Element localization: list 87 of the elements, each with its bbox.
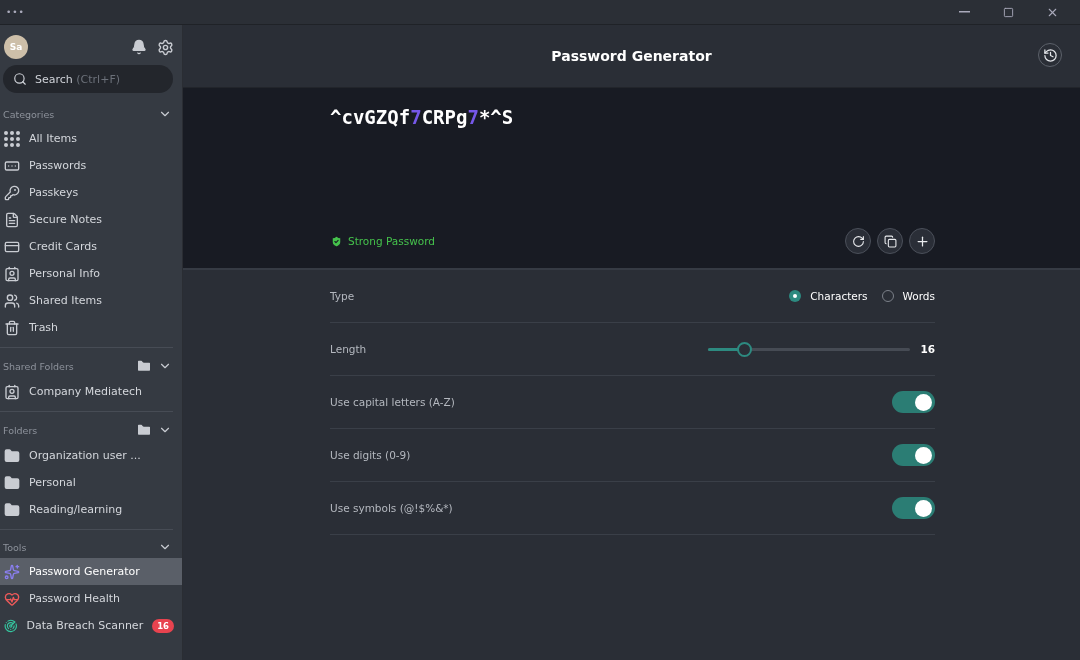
sidebar-item[interactable]: Credit Cards [0, 233, 182, 260]
trash-icon [4, 319, 20, 336]
section-title: Categories [3, 108, 55, 120]
sidebar-item-label: Reading/learning [29, 503, 124, 516]
toggle-switch[interactable] [892, 391, 935, 413]
sidebar-item-label: Data Breach Scanner [26, 619, 144, 632]
folder-icon [4, 474, 20, 491]
heart-pulse-icon [4, 590, 20, 607]
count-badge: 16 [152, 618, 174, 633]
section-title: Tools [3, 541, 27, 553]
sidebar-item[interactable]: Organization user ... [0, 442, 182, 469]
shield-check-icon [330, 234, 343, 248]
add-folder-button[interactable] [136, 358, 152, 374]
copy-icon [883, 234, 897, 248]
section-title: Shared Folders [3, 360, 74, 372]
section-title: Folders [3, 424, 38, 436]
sidebar-item-label: All Items [29, 132, 78, 145]
plus-icon [914, 233, 930, 249]
sidebar-item[interactable]: Shared Items [0, 287, 182, 314]
sidebar-item-label: Personal Info [29, 267, 102, 280]
length-slider[interactable] [708, 341, 910, 357]
sidebar-item-label: Company Mediatech [29, 385, 143, 398]
bell-icon [131, 39, 147, 55]
sidebar-item[interactable]: Data Breach Scanner 16 [0, 612, 182, 639]
search-placeholder: Search (Ctrl+F) [35, 72, 120, 86]
search-icon [13, 72, 27, 86]
setting-label: Use digits (0-9) [330, 449, 411, 461]
toggle-switch[interactable] [892, 497, 935, 519]
strength-label: Strong Password [348, 235, 435, 247]
search-field[interactable]: Search (Ctrl+F) [3, 65, 173, 93]
sidebar-item-label: Shared Items [29, 294, 103, 307]
sidebar-item-label: Password Generator [29, 565, 141, 578]
grid-icon [4, 130, 20, 147]
sparkle-icon [4, 563, 20, 580]
minimize-icon [958, 11, 970, 13]
sidebar-item[interactable]: Personal Info [0, 260, 182, 287]
length-value: 16 [919, 343, 935, 355]
slider-thumb[interactable] [737, 341, 753, 357]
refresh-icon [851, 234, 865, 248]
sidebar-item-label: Secure Notes [29, 213, 104, 226]
sidebar-item[interactable]: Company Mediatech [0, 378, 182, 405]
settings-icon [157, 38, 174, 56]
sidebar-item-label: Trash [29, 321, 60, 334]
setting-label: Length [330, 343, 367, 355]
setting-label: Use capital letters (A-Z) [330, 396, 455, 408]
radio-option[interactable]: Characters [789, 290, 868, 302]
sidebar-item-label: Personal [29, 476, 77, 489]
sidebar-item[interactable]: Passkeys [0, 179, 182, 206]
users-icon [4, 292, 20, 309]
regenerate-button[interactable] [845, 228, 871, 254]
sidebar-item[interactable]: Trash [0, 314, 182, 341]
page-title: Password Generator [551, 48, 712, 64]
add-folder-button[interactable] [136, 422, 152, 438]
setting-label: Use symbols (@!$%&*) [330, 502, 453, 514]
sidebar-item-label: Password Health [29, 592, 121, 605]
folder-plus-icon [136, 358, 152, 374]
radar-icon [4, 617, 18, 634]
folder-icon [4, 501, 20, 518]
sidebar-item[interactable]: All Items [0, 125, 182, 152]
key-icon [4, 184, 20, 201]
sidebar-item-label: Passkeys [29, 186, 80, 199]
history-icon [1042, 47, 1058, 63]
sidebar-item[interactable]: Password Generator [0, 558, 182, 585]
maximize-icon [1002, 6, 1014, 18]
folder-icon [4, 447, 20, 464]
note-icon [4, 211, 20, 228]
setting-label: Type [330, 290, 355, 302]
notifications-button[interactable] [131, 39, 147, 55]
folder-plus-icon [136, 422, 152, 438]
toggle-switch[interactable] [892, 444, 935, 466]
add-button[interactable] [909, 228, 935, 254]
copy-button[interactable] [877, 228, 903, 254]
sidebar-item-label: Organization user ... [29, 449, 142, 462]
sidebar-item[interactable]: Passwords [0, 152, 182, 179]
contact-icon [4, 265, 20, 282]
settings-button[interactable] [157, 38, 174, 56]
sidebar-item[interactable]: Secure Notes [0, 206, 182, 233]
sidebar-item-label: Credit Cards [29, 240, 99, 253]
sidebar-item-label: Passwords [29, 159, 88, 172]
sidebar-item[interactable]: Reading/learning [0, 496, 182, 523]
radio-option[interactable]: Words [881, 290, 935, 302]
radio-button[interactable] [789, 290, 802, 302]
menu-button[interactable]: ••• [6, 7, 25, 17]
generated-password: ^cvGZQf7CRPg7*^S [330, 106, 515, 128]
sidebar-item[interactable]: Password Health [0, 585, 182, 612]
shared-folder-icon [4, 383, 20, 400]
sidebar-item[interactable]: Personal [0, 469, 182, 496]
